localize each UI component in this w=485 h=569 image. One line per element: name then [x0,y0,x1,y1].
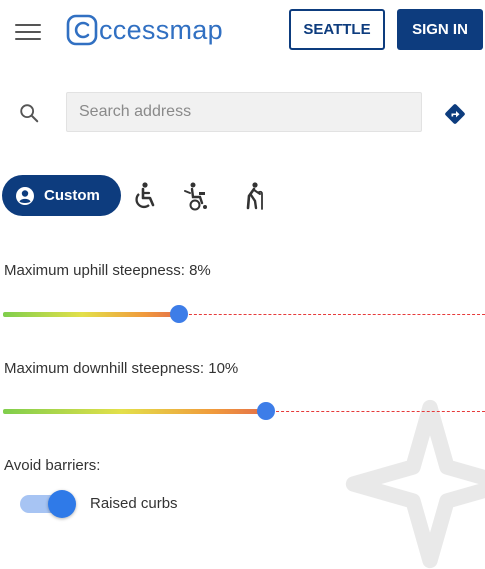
logo-a-icon [66,14,98,46]
uphill-steepness-label: Maximum uphill steepness: 8% [4,262,211,279]
accessmap-logo: ccessmap [66,12,223,48]
profile-custom-button[interactable]: Custom [2,175,121,216]
uphill-track-fill [3,312,179,317]
avoid-barriers-title: Avoid barriers: [4,457,101,474]
background-watermark [345,399,485,569]
downhill-steepness-slider[interactable] [3,399,485,423]
downhill-slider-thumb[interactable] [257,402,275,420]
profile-custom-label: Custom [44,187,100,204]
directions-icon[interactable] [443,102,467,126]
uphill-steepness-slider[interactable] [3,302,485,326]
logo-text: ccessmap [99,14,223,45]
user-circle-icon [16,186,34,205]
uphill-track-remaining [179,314,485,315]
wheelchair-icon[interactable] [130,181,158,211]
sign-in-button[interactable]: SIGN IN [397,9,483,50]
powered-wheelchair-icon[interactable] [182,181,210,211]
raised-curbs-toggle[interactable] [20,490,78,518]
downhill-track-remaining [266,411,485,412]
downhill-track-fill [3,409,266,414]
search-icon [20,104,39,123]
raised-curbs-toggle-knob [48,490,76,518]
region-seattle-button[interactable]: SEATTLE [289,9,385,50]
uphill-slider-thumb[interactable] [170,305,188,323]
search-address-input[interactable] [66,92,422,132]
raised-curbs-label: Raised curbs [90,495,178,512]
hamburger-menu-icon[interactable] [15,22,41,42]
downhill-steepness-label: Maximum downhill steepness: 10% [4,360,239,377]
cane-walker-icon[interactable] [240,181,268,211]
